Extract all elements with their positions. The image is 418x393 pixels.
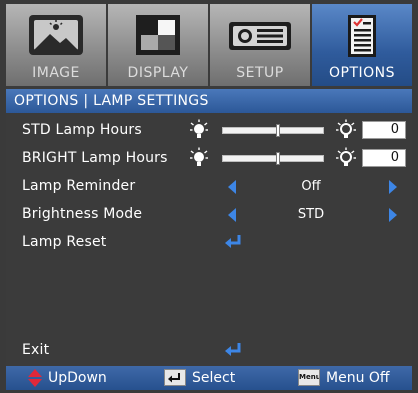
tab-display[interactable]: DISPLAY bbox=[108, 4, 210, 86]
lamp-reset-label: Lamp Reset bbox=[22, 234, 107, 250]
arrow-left-icon[interactable] bbox=[228, 208, 236, 222]
section-title: OPTIONS | LAMP SETTINGS bbox=[14, 93, 209, 109]
enter-icon[interactable] bbox=[224, 233, 244, 251]
bright-lamp-slider[interactable] bbox=[222, 152, 324, 165]
osd-menu: IMAGE DISPLAY SETUP OPTIONS OPTIONS | LA… bbox=[6, 4, 412, 390]
tab-setup-label: SETUP bbox=[236, 65, 284, 81]
row-exit[interactable]: Exit bbox=[6, 338, 412, 364]
tab-setup[interactable]: SETUP bbox=[210, 4, 312, 86]
lamp-reminder-label: Lamp Reminder bbox=[22, 178, 136, 194]
tab-bar: IMAGE DISPLAY SETUP OPTIONS bbox=[6, 4, 412, 86]
menu-key-icon: Menu bbox=[298, 369, 320, 386]
bright-lamp-hours-label: BRIGHT Lamp Hours bbox=[22, 150, 168, 166]
dim-bulb-icon bbox=[190, 119, 208, 138]
tab-display-label: DISPLAY bbox=[127, 65, 189, 81]
dim-bulb-icon bbox=[190, 147, 208, 166]
display-icon bbox=[136, 15, 180, 55]
enter-icon[interactable] bbox=[224, 341, 244, 359]
row-std-lamp-hours[interactable]: STD Lamp Hours 0 bbox=[6, 118, 412, 144]
enter-key-icon bbox=[164, 369, 186, 386]
section-header: OPTIONS | LAMP SETTINGS bbox=[6, 89, 412, 113]
slider-thumb[interactable] bbox=[276, 152, 280, 165]
updown-arrows-icon bbox=[28, 369, 42, 387]
lamp-reminder-value: Off bbox=[301, 179, 321, 194]
arrow-right-icon[interactable] bbox=[389, 208, 397, 222]
arrow-left-icon[interactable] bbox=[228, 180, 236, 194]
select-label: Select bbox=[192, 370, 236, 386]
bright-bulb-icon bbox=[336, 119, 356, 138]
slider-thumb[interactable] bbox=[276, 124, 280, 137]
row-brightness-mode[interactable]: Brightness Mode STD bbox=[6, 202, 412, 228]
tab-image-label: IMAGE bbox=[32, 65, 80, 81]
exit-label: Exit bbox=[22, 342, 50, 358]
row-bright-lamp-hours[interactable]: BRIGHT Lamp Hours 0 bbox=[6, 146, 412, 172]
std-lamp-slider[interactable] bbox=[222, 124, 324, 137]
options-checklist-icon bbox=[348, 15, 376, 57]
std-lamp-hours-value: 0 bbox=[362, 121, 406, 139]
bright-lamp-hours-value: 0 bbox=[362, 149, 406, 167]
tab-options[interactable]: OPTIONS bbox=[312, 4, 412, 86]
tab-image[interactable]: IMAGE bbox=[6, 4, 108, 86]
arrow-right-icon[interactable] bbox=[389, 180, 397, 194]
brightness-mode-value: STD bbox=[297, 207, 325, 222]
image-icon bbox=[29, 15, 83, 55]
row-lamp-reminder[interactable]: Lamp Reminder Off bbox=[6, 174, 412, 200]
row-lamp-reset[interactable]: Lamp Reset bbox=[6, 230, 412, 256]
tab-options-label: OPTIONS bbox=[328, 65, 396, 81]
std-lamp-hours-label: STD Lamp Hours bbox=[22, 122, 142, 138]
footer-bar: UpDown Select Menu Menu Off bbox=[6, 366, 412, 390]
updown-label: UpDown bbox=[48, 370, 107, 386]
menu-off-label: Menu Off bbox=[326, 370, 390, 386]
bright-bulb-icon bbox=[336, 147, 356, 166]
projector-icon bbox=[229, 22, 291, 50]
brightness-mode-label: Brightness Mode bbox=[22, 206, 143, 222]
